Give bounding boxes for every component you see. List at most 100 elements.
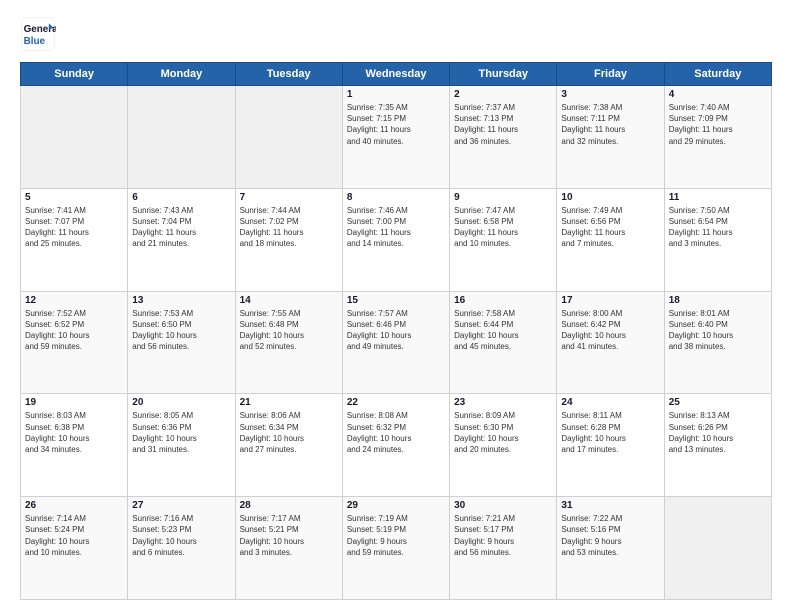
week-row-2: 12 Sunrise: 7:52 AMSunset: 6:52 PMDayligh…: [21, 291, 772, 394]
header: General Blue: [20, 16, 772, 52]
day-info: Sunrise: 8:13 AMSunset: 6:26 PMDaylight:…: [669, 410, 767, 455]
week-row-1: 5 Sunrise: 7:41 AMSunset: 7:07 PMDaylight…: [21, 188, 772, 291]
day-cell: 13 Sunrise: 7:53 AMSunset: 6:50 PMDayligh…: [128, 291, 235, 394]
day-cell: 31Sunrise: 7:22 AMSunset: 5:16 PMDayligh…: [557, 497, 664, 600]
weekday-sunday: Sunday: [21, 63, 128, 86]
day-info: Sunrise: 7:14 AMSunset: 5:24 PMDaylight:…: [25, 513, 123, 558]
day-cell: 18 Sunrise: 8:01 AMSunset: 6:40 PMDayligh…: [664, 291, 771, 394]
day-number: 11: [669, 192, 767, 203]
day-info: Sunrise: 7:17 AMSunset: 5:21 PMDaylight:…: [240, 513, 338, 558]
day-cell: 17 Sunrise: 8:00 AMSunset: 6:42 PMDayligh…: [557, 291, 664, 394]
day-number: 25: [669, 397, 767, 408]
day-info: Sunrise: 8:08 AMSunset: 6:32 PMDaylight:…: [347, 410, 445, 455]
day-info: Sunrise: 7:21 AMSunset: 5:17 PMDaylight:…: [454, 513, 552, 558]
day-cell: 27Sunrise: 7:16 AMSunset: 5:23 PMDayligh…: [128, 497, 235, 600]
day-number: 2: [454, 89, 552, 100]
day-number: 22: [347, 397, 445, 408]
day-info: Sunrise: 7:52 AMSunset: 6:52 PMDaylight:…: [25, 308, 123, 353]
weekday-friday: Friday: [557, 63, 664, 86]
day-cell: 24Sunrise: 8:11 AMSunset: 6:28 PMDayligh…: [557, 394, 664, 497]
day-cell: [235, 86, 342, 189]
day-number: 19: [25, 397, 123, 408]
day-info: Sunrise: 8:01 AMSunset: 6:40 PMDaylight:…: [669, 308, 767, 353]
day-number: 5: [25, 192, 123, 203]
day-info: Sunrise: 7:50 AMSunset: 6:54 PMDaylight:…: [669, 205, 767, 250]
day-cell: 21 Sunrise: 8:06 AMSunset: 6:34 PMDayligh…: [235, 394, 342, 497]
day-info: Sunrise: 7:19 AMSunset: 5:19 PMDaylight:…: [347, 513, 445, 558]
week-row-4: 26 Sunrise: 7:14 AMSunset: 5:24 PMDayligh…: [21, 497, 772, 600]
day-cell: 6Sunrise: 7:43 AMSunset: 7:04 PMDaylight…: [128, 188, 235, 291]
svg-text:Blue: Blue: [24, 36, 46, 47]
day-number: 10: [561, 192, 659, 203]
day-cell: 12 Sunrise: 7:52 AMSunset: 6:52 PMDayligh…: [21, 291, 128, 394]
day-cell: 25 Sunrise: 8:13 AMSunset: 6:26 PMDayligh…: [664, 394, 771, 497]
calendar-table: SundayMondayTuesdayWednesdayThursdayFrid…: [20, 62, 772, 600]
day-info: Sunrise: 7:58 AMSunset: 6:44 PMDaylight:…: [454, 308, 552, 353]
day-cell: 8 Sunrise: 7:46 AMSunset: 7:00 PMDaylight…: [342, 188, 449, 291]
day-info: Sunrise: 7:22 AMSunset: 5:16 PMDaylight:…: [561, 513, 659, 558]
day-cell: 20 Sunrise: 8:05 AMSunset: 6:36 PMDayligh…: [128, 394, 235, 497]
day-number: 7: [240, 192, 338, 203]
day-cell: 15 Sunrise: 7:57 AMSunset: 6:46 PMDayligh…: [342, 291, 449, 394]
day-info: Sunrise: 7:47 AMSunset: 6:58 PMDaylight:…: [454, 205, 552, 250]
day-info: Sunrise: 8:09 AMSunset: 6:30 PMDaylight:…: [454, 410, 552, 455]
day-number: 26: [25, 500, 123, 511]
week-row-0: 1Sunrise: 7:35 AMSunset: 7:15 PMDaylight…: [21, 86, 772, 189]
weekday-monday: Monday: [128, 63, 235, 86]
day-cell: [664, 497, 771, 600]
day-info: Sunrise: 8:06 AMSunset: 6:34 PMDaylight:…: [240, 410, 338, 455]
day-number: 13: [132, 295, 230, 306]
day-info: Sunrise: 7:35 AMSunset: 7:15 PMDaylight:…: [347, 102, 445, 147]
day-cell: 1Sunrise: 7:35 AMSunset: 7:15 PMDaylight…: [342, 86, 449, 189]
day-info: Sunrise: 7:46 AMSunset: 7:00 PMDaylight:…: [347, 205, 445, 250]
day-number: 23: [454, 397, 552, 408]
day-number: 3: [561, 89, 659, 100]
day-cell: 23 Sunrise: 8:09 AMSunset: 6:30 PMDayligh…: [450, 394, 557, 497]
day-info: Sunrise: 7:57 AMSunset: 6:46 PMDaylight:…: [347, 308, 445, 353]
day-info: Sunrise: 8:03 AMSunset: 6:38 PMDaylight:…: [25, 410, 123, 455]
day-number: 21: [240, 397, 338, 408]
weekday-tuesday: Tuesday: [235, 63, 342, 86]
day-number: 27: [132, 500, 230, 511]
day-cell: 7 Sunrise: 7:44 AMSunset: 7:02 PMDaylight…: [235, 188, 342, 291]
day-cell: 22 Sunrise: 8:08 AMSunset: 6:32 PMDayligh…: [342, 394, 449, 497]
day-cell: 29 Sunrise: 7:19 AMSunset: 5:19 PMDayligh…: [342, 497, 449, 600]
day-number: 17: [561, 295, 659, 306]
day-number: 15: [347, 295, 445, 306]
day-number: 8: [347, 192, 445, 203]
logo-icon: General Blue: [20, 16, 56, 52]
day-number: 28: [240, 500, 338, 511]
day-cell: 2 Sunrise: 7:37 AMSunset: 7:13 PMDaylight…: [450, 86, 557, 189]
day-info: Sunrise: 8:05 AMSunset: 6:36 PMDaylight:…: [132, 410, 230, 455]
day-number: 29: [347, 500, 445, 511]
day-cell: 9 Sunrise: 7:47 AMSunset: 6:58 PMDaylight…: [450, 188, 557, 291]
day-info: Sunrise: 7:38 AMSunset: 7:11 PMDaylight:…: [561, 102, 659, 147]
day-info: Sunrise: 7:44 AMSunset: 7:02 PMDaylight:…: [240, 205, 338, 250]
day-cell: 14 Sunrise: 7:55 AMSunset: 6:48 PMDayligh…: [235, 291, 342, 394]
day-number: 14: [240, 295, 338, 306]
day-info: Sunrise: 7:41 AMSunset: 7:07 PMDaylight:…: [25, 205, 123, 250]
day-number: 18: [669, 295, 767, 306]
weekday-thursday: Thursday: [450, 63, 557, 86]
day-cell: 11 Sunrise: 7:50 AMSunset: 6:54 PMDayligh…: [664, 188, 771, 291]
day-number: 24: [561, 397, 659, 408]
day-info: Sunrise: 7:53 AMSunset: 6:50 PMDaylight:…: [132, 308, 230, 353]
day-number: 30: [454, 500, 552, 511]
day-cell: 28 Sunrise: 7:17 AMSunset: 5:21 PMDayligh…: [235, 497, 342, 600]
weekday-wednesday: Wednesday: [342, 63, 449, 86]
day-cell: 5 Sunrise: 7:41 AMSunset: 7:07 PMDaylight…: [21, 188, 128, 291]
day-info: Sunrise: 7:55 AMSunset: 6:48 PMDaylight:…: [240, 308, 338, 353]
day-info: Sunrise: 8:00 AMSunset: 6:42 PMDaylight:…: [561, 308, 659, 353]
day-number: 9: [454, 192, 552, 203]
day-cell: 10 Sunrise: 7:49 AMSunset: 6:56 PMDayligh…: [557, 188, 664, 291]
day-info: Sunrise: 7:40 AMSunset: 7:09 PMDaylight:…: [669, 102, 767, 147]
day-number: 4: [669, 89, 767, 100]
day-number: 12: [25, 295, 123, 306]
day-number: 20: [132, 397, 230, 408]
day-info: Sunrise: 7:49 AMSunset: 6:56 PMDaylight:…: [561, 205, 659, 250]
day-cell: 3 Sunrise: 7:38 AMSunset: 7:11 PMDaylight…: [557, 86, 664, 189]
weekday-header-row: SundayMondayTuesdayWednesdayThursdayFrid…: [21, 63, 772, 86]
day-info: Sunrise: 7:37 AMSunset: 7:13 PMDaylight:…: [454, 102, 552, 147]
page: General Blue SundayMondayTuesdayWednesda…: [0, 0, 792, 612]
weekday-saturday: Saturday: [664, 63, 771, 86]
